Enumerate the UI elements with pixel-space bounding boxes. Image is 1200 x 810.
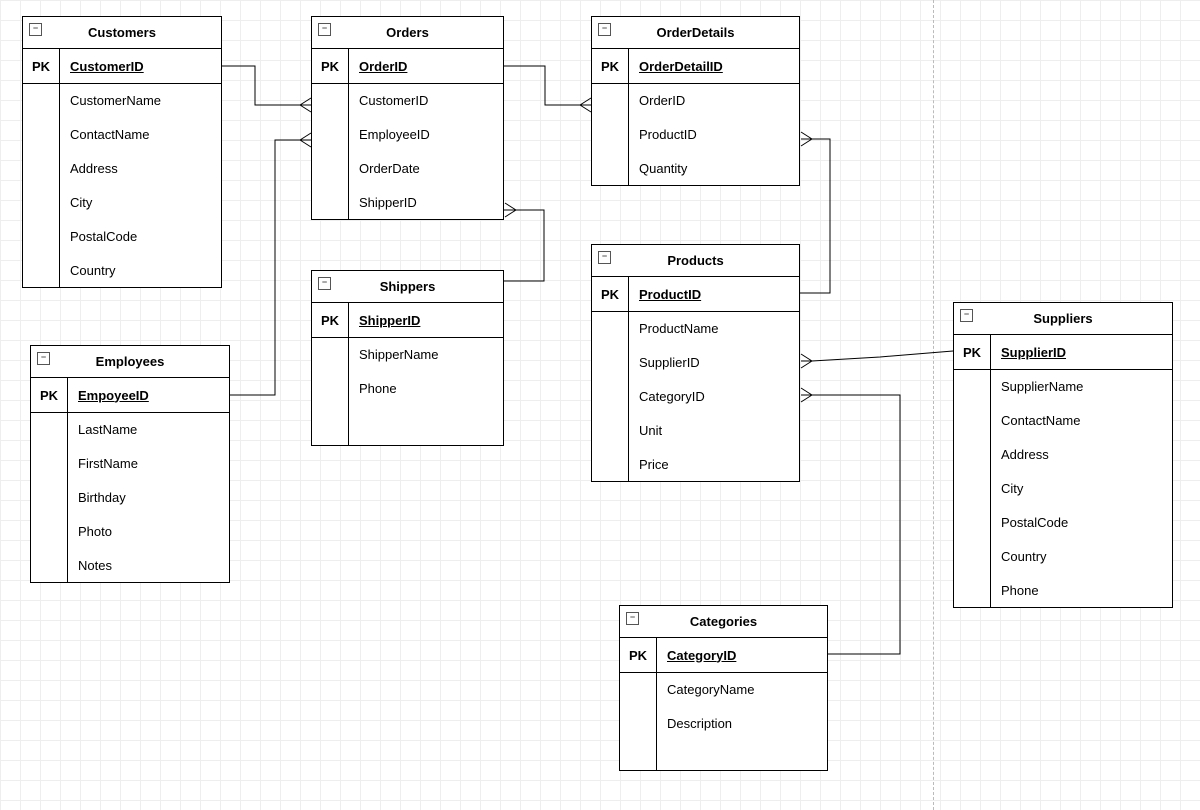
field: PostalCode — [991, 515, 1172, 530]
collapse-icon[interactable]: − — [318, 277, 331, 290]
field-pk: ProductID — [629, 287, 799, 302]
field: CategoryName — [657, 682, 827, 697]
field-pk: EmpoyeeID — [68, 388, 229, 403]
entity-suppliers[interactable]: − Suppliers PKSupplierID SupplierName Con… — [953, 302, 1173, 608]
entity-title: Categories — [690, 614, 757, 629]
field-pk: OrderDetailID — [629, 59, 799, 74]
field: City — [60, 195, 221, 210]
field: OrderID — [629, 93, 799, 108]
field: Photo — [68, 524, 229, 539]
collapse-icon[interactable]: − — [960, 309, 973, 322]
pk-label: PK — [592, 49, 629, 83]
field: FirstName — [68, 456, 229, 471]
field: ShipperID — [349, 195, 503, 210]
pk-label: PK — [312, 303, 349, 337]
entity-orderdetails[interactable]: − OrderDetails PKOrderDetailID OrderID Pr… — [591, 16, 800, 186]
entity-title: Suppliers — [1033, 311, 1092, 326]
field-pk: OrderID — [349, 59, 503, 74]
collapse-icon[interactable]: − — [598, 251, 611, 264]
field: Phone — [991, 583, 1172, 598]
field: Country — [991, 549, 1172, 564]
pk-label: PK — [592, 277, 629, 311]
field: LastName — [68, 422, 229, 437]
erd-canvas[interactable]: −Customers PKCustomerID CustomerName Con… — [0, 0, 1200, 810]
pk-label: PK — [31, 378, 68, 412]
pk-label: PK — [620, 638, 657, 672]
field: PostalCode — [60, 229, 221, 244]
entity-title: Products — [667, 253, 723, 268]
field: Price — [629, 457, 799, 472]
field: City — [991, 481, 1172, 496]
pk-label: PK — [954, 335, 991, 369]
entity-customers[interactable]: − Customers PKCustomerID CustomerName Con… — [22, 16, 222, 288]
field: Unit — [629, 423, 799, 438]
field: SupplierID — [629, 355, 799, 370]
collapse-icon[interactable]: − — [598, 23, 611, 36]
field: CustomerName — [60, 93, 221, 108]
entity-title: OrderDetails — [656, 25, 734, 40]
field: EmployeeID — [349, 127, 503, 142]
field: ShipperName — [349, 347, 503, 362]
entity-products[interactable]: − Products PKProductID ProductName Suppli… — [591, 244, 800, 482]
field: Address — [991, 447, 1172, 462]
field: SupplierName — [991, 379, 1172, 394]
field: ContactName — [991, 413, 1172, 428]
field-pk: CategoryID — [657, 648, 827, 663]
field: Description — [657, 716, 827, 731]
field: Notes — [68, 558, 229, 573]
vertical-guide — [933, 0, 934, 810]
entity-title: Customers — [88, 25, 156, 40]
entity-title: Employees — [96, 354, 165, 369]
field-pk: CustomerID — [60, 59, 221, 74]
field: CustomerID — [349, 93, 503, 108]
field: CategoryID — [629, 389, 799, 404]
field: Birthday — [68, 490, 229, 505]
field: Quantity — [629, 161, 799, 176]
collapse-icon[interactable]: − — [626, 612, 639, 625]
field: ProductID — [629, 127, 799, 142]
entity-title: Orders — [386, 25, 429, 40]
collapse-icon[interactable]: − — [318, 23, 331, 36]
field: OrderDate — [349, 161, 503, 176]
entity-orders[interactable]: −Orders PKOrderID CustomerID EmployeeID … — [311, 16, 504, 220]
pk-label: PK — [312, 49, 349, 83]
field: Phone — [349, 381, 503, 396]
field: ProductName — [629, 321, 799, 336]
field: ContactName — [60, 127, 221, 142]
pk-label: PK — [23, 49, 60, 83]
entity-categories[interactable]: − Categories PKCategoryID CategoryName De… — [619, 605, 828, 771]
collapse-icon[interactable]: − — [29, 23, 42, 36]
entity-title: Shippers — [380, 279, 436, 294]
entity-shippers[interactable]: − Shippers PKShipperID ShipperName Phone — [311, 270, 504, 446]
field: Address — [60, 161, 221, 176]
collapse-icon[interactable]: − — [37, 352, 50, 365]
entity-employees[interactable]: − Employees PKEmpoyeeID LastName FirstNam… — [30, 345, 230, 583]
field: Country — [60, 263, 221, 278]
field-pk: SupplierID — [991, 345, 1172, 360]
field-pk: ShipperID — [349, 313, 503, 328]
